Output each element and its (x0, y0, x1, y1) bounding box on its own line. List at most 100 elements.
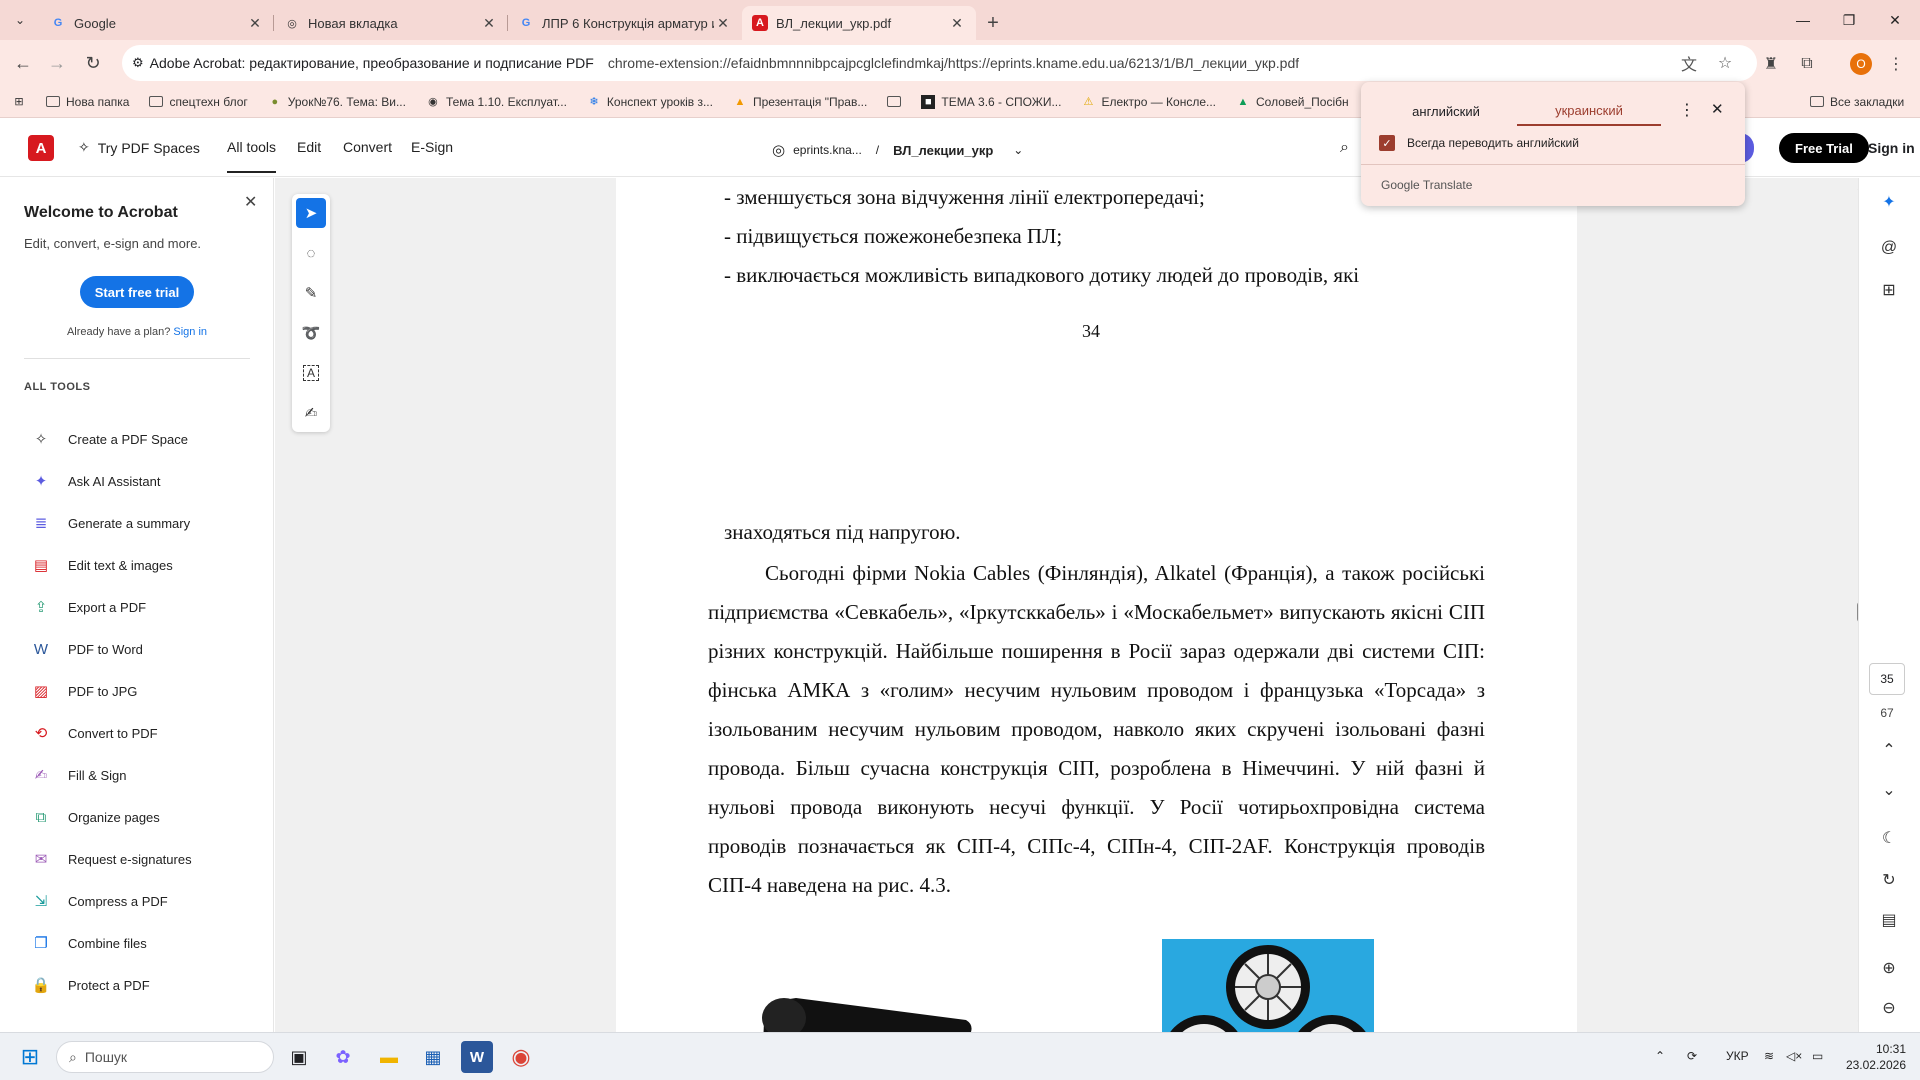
close-icon[interactable]: ✕ (948, 15, 966, 32)
nav-all-tools[interactable]: All tools (227, 139, 277, 173)
nav-convert[interactable]: Convert (343, 139, 392, 155)
tab-google[interactable]: G Google ✕ (40, 6, 274, 40)
tab-pdf[interactable]: A ВЛ_лекции_укр.pdf ✕ (742, 6, 976, 40)
tool-item[interactable]: ≣ Generate a summary (30, 508, 190, 538)
reload-button[interactable]: ↻ (76, 46, 110, 80)
rotate-icon[interactable]: ↻ (1877, 868, 1901, 892)
pdf-viewport[interactable]: - зменшується зона відчуження лінії елек… (275, 178, 1858, 1032)
try-spaces-button[interactable]: ✧ Try PDF Spaces (78, 139, 200, 156)
acrobat-logo-icon[interactable]: A (28, 135, 54, 161)
tool-item[interactable]: W PDF to Word (30, 634, 143, 664)
store-icon[interactable]: ▦ (417, 1041, 449, 1073)
task-view-icon[interactable]: ▣ (283, 1041, 315, 1073)
tool-item[interactable]: ✉ Request e-signatures (30, 844, 192, 874)
zoom-in-icon[interactable]: ⊕ (1877, 956, 1901, 980)
site-info-chip[interactable]: ⚙ Adobe Acrobat: редактирование, преобра… (132, 55, 608, 71)
restore-button[interactable]: ❐ (1826, 0, 1872, 40)
bookmark-item[interactable]: ❄ Конспект уроків з... (577, 95, 723, 109)
sign-in-button[interactable]: Sign in (1868, 140, 1915, 156)
copilot-icon[interactable]: ✿ (327, 1041, 359, 1073)
windows-start-icon[interactable]: ⊞ (14, 1041, 46, 1073)
new-tab-button[interactable]: + (976, 6, 1010, 40)
bookmark-item[interactable]: ■ ТЕМА 3.6 - СПОЖИ... (911, 94, 1071, 109)
tool-item[interactable]: ▤ Edit text & images (30, 550, 173, 580)
night-mode-icon[interactable]: ☾ (1877, 826, 1901, 850)
address-bar[interactable]: ⚙ Adobe Acrobat: редактирование, преобра… (122, 45, 1757, 81)
clock[interactable]: 10:31 23.02.2026 (1836, 1041, 1906, 1073)
volume-icon[interactable]: ◁× (1786, 1049, 1802, 1063)
input-language[interactable]: УКР (1726, 1049, 1749, 1063)
chevron-up-icon[interactable]: ⌃ (1655, 1049, 1665, 1063)
minimize-button[interactable]: — (1780, 0, 1826, 40)
file-explorer-icon[interactable]: ▬ (373, 1041, 405, 1073)
taskbar-search[interactable]: ⌕ Пошук (56, 1041, 274, 1073)
highlight-tool-button[interactable]: ✎ (296, 278, 326, 308)
current-page-input[interactable]: 35 (1869, 663, 1905, 695)
save-file-icon[interactable]: ▤ (1877, 908, 1901, 932)
ai-assistant-icon[interactable]: ✦ (1877, 190, 1901, 214)
all-bookmarks[interactable]: Все закладки (1800, 95, 1914, 109)
sign-tool-button[interactable]: ✍ (296, 398, 326, 428)
translate-icon[interactable]: 文 (1679, 53, 1699, 74)
chevron-down-icon[interactable]: ⌄ (1877, 778, 1901, 802)
breadcrumb-site[interactable]: eprints.kna... (793, 143, 862, 157)
text-tool-button[interactable]: A (296, 358, 326, 388)
extension-pinned-icon[interactable]: ♜ (1760, 53, 1782, 75)
sync-icon[interactable]: ⟳ (1687, 1049, 1697, 1063)
bookmark-item[interactable]: ▲ Соловей_Посібн (1226, 95, 1359, 109)
close-icon[interactable]: ✕ (244, 192, 257, 212)
bookmark-star-icon[interactable]: ☆ (1715, 53, 1735, 73)
bookmark-item[interactable]: ◉ Тема 1.10. Експлуат... (416, 95, 577, 109)
close-icon[interactable]: ✕ (714, 15, 732, 32)
tool-item[interactable]: ✍ Fill & Sign (30, 760, 127, 790)
close-icon[interactable]: ✕ (480, 15, 498, 32)
bookmark-item[interactable]: спецтехн блог (139, 95, 257, 109)
always-translate-checkbox[interactable]: ✓ (1379, 135, 1395, 151)
close-icon[interactable]: ✕ (1711, 100, 1724, 118)
close-icon[interactable]: ✕ (246, 15, 264, 32)
tab-new-tab[interactable]: ◎ Новая вкладка ✕ (274, 6, 508, 40)
chrome-icon[interactable]: ◉ (505, 1041, 537, 1073)
search-icon[interactable]: ⌕ (1340, 139, 1349, 157)
menu-kebab-icon[interactable]: ⋮ (1679, 100, 1695, 120)
tool-item[interactable]: ✧ Create a PDF Space (30, 424, 188, 454)
start-free-trial-button[interactable]: Start free trial (80, 276, 194, 308)
tool-item[interactable]: ✦ Ask AI Assistant (30, 466, 161, 496)
bookmark-item[interactable]: ▲ Презентація "Прав... (723, 95, 877, 109)
tool-item[interactable]: ⇲ Compress a PDF (30, 886, 168, 916)
chevron-up-icon[interactable]: ⌃ (1877, 738, 1901, 762)
tool-item[interactable]: ⧉ Organize pages (30, 802, 160, 832)
tool-item[interactable]: ⟲ Convert to PDF (30, 718, 158, 748)
tab-search-button[interactable]: ⌄ (0, 0, 40, 40)
back-button[interactable]: ← (6, 46, 40, 80)
thumbnails-grid-icon[interactable]: ⊞ (1877, 278, 1901, 302)
chevron-down-icon[interactable]: ⌄ (1013, 143, 1023, 157)
close-window-button[interactable]: ✕ (1872, 0, 1918, 40)
nav-edit[interactable]: Edit (297, 139, 321, 155)
apps-button[interactable]: ⊞ (0, 95, 36, 109)
wifi-icon[interactable]: ≋ (1764, 1049, 1774, 1063)
zoom-out-icon[interactable]: ⊖ (1877, 996, 1901, 1020)
profile-avatar[interactable]: О (1850, 53, 1872, 75)
sign-in-link[interactable]: Sign in (173, 326, 207, 338)
tab-target-language[interactable]: украинский (1517, 96, 1661, 126)
battery-icon[interactable]: ▭ (1812, 1049, 1823, 1063)
tool-item[interactable]: ❐ Combine files (30, 928, 147, 958)
bookmark-item[interactable]: ● Урок№76. Тема: Ви... (258, 95, 416, 109)
tool-item[interactable]: ▨ PDF to JPG (30, 676, 137, 706)
word-icon[interactable]: W (461, 1041, 493, 1073)
tool-item[interactable]: 🔒 Protect a PDF (30, 970, 150, 1000)
select-tool-button[interactable]: ➤ (296, 198, 326, 228)
comment-tool-button[interactable]: ◌ (296, 238, 326, 268)
forward-button[interactable]: → (40, 46, 74, 80)
tab-source-language[interactable]: английский (1381, 96, 1511, 126)
comment-icon[interactable]: @ (1877, 236, 1901, 260)
bookmark-item[interactable] (877, 96, 911, 107)
bookmark-item[interactable]: ⚠ Електро — Консле... (1071, 95, 1226, 109)
tab-lpr[interactable]: G ЛПР 6 Конструкція арматур и ✕ (508, 6, 742, 40)
menu-kebab-icon[interactable]: ⋮ (1885, 53, 1907, 75)
file-name[interactable]: ВЛ_лекции_укр (893, 143, 993, 158)
nav-esign[interactable]: E-Sign (411, 139, 453, 155)
tool-item[interactable]: ⇪ Export a PDF (30, 592, 146, 622)
bookmark-item[interactable]: Нова папка (36, 95, 139, 109)
